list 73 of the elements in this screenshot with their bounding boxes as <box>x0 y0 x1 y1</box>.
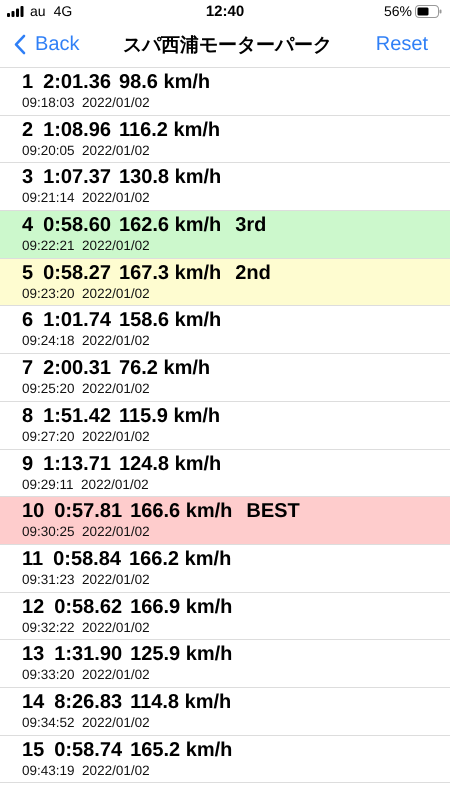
lap-number: 3 <box>22 165 34 190</box>
lap-speed: 125.9 km/h <box>130 642 232 666</box>
chevron-left-icon <box>13 34 26 55</box>
lap-time: 2:01.36 <box>43 70 111 94</box>
rank-label: 2nd <box>235 260 271 285</box>
carrier-name: au <box>30 3 46 19</box>
lap-time: 0:57.81 <box>54 499 122 524</box>
lap-timestamp: 09:20:05 2022/01/02 <box>22 142 151 159</box>
lap-timestamp: 09:24:18 2022/01/02 <box>22 332 151 350</box>
lap-timestamp: 09:18:03 2022/01/02 <box>22 94 151 111</box>
network-type: 4G <box>54 3 72 19</box>
lap-speed: 166.6 km/h <box>130 499 232 524</box>
lap-number: 1 <box>22 70 34 94</box>
lap-number: 15 <box>22 738 44 762</box>
lap-time: 0:58.27 <box>43 260 111 285</box>
lap-timestamp: 09:21:14 2022/01/02 <box>22 189 151 206</box>
lap-number: 12 <box>22 594 44 619</box>
lap-speed: 166.9 km/h <box>130 594 232 619</box>
lap-speed: 167.3 km/h <box>118 260 222 285</box>
lap-number: 13 <box>22 642 44 666</box>
lap-number: 14 <box>22 690 44 714</box>
lap-number: 10 <box>22 499 44 524</box>
lap-number: 9 <box>22 452 34 476</box>
lap-timestamp: 09:30:25 2022/01/02 <box>22 523 151 540</box>
battery-percent: 56% <box>384 3 412 19</box>
lap-number: 4 <box>22 213 34 238</box>
battery-icon <box>415 4 442 18</box>
reset-button[interactable]: Reset <box>376 33 428 56</box>
lap-speed: 116.2 km/h <box>118 118 220 142</box>
lap-speed: 165.2 km/h <box>130 738 232 762</box>
lap-timestamp: 09:22:21 2022/01/02 <box>22 237 151 254</box>
lap-time: 2:00.31 <box>43 356 111 380</box>
rank-label: 3rd <box>235 213 266 238</box>
lap-time: 8:26.83 <box>54 690 122 714</box>
lap-time: 1:51.42 <box>43 404 111 428</box>
lap-time: 1:31.90 <box>54 642 122 666</box>
signal-icon <box>7 6 24 16</box>
lap-number: 8 <box>22 404 34 428</box>
lap-speed: 166.2 km/h <box>129 546 232 571</box>
lap-speed: 124.8 km/h <box>118 452 222 476</box>
lap-number: 2 <box>22 118 34 142</box>
lap-speed: 158.6 km/h <box>118 308 222 332</box>
lap-time: 1:01.74 <box>43 308 111 332</box>
lap-number: 5 <box>22 260 34 285</box>
lap-timestamp: 09:43:19 2022/01/02 <box>22 762 151 779</box>
lap-time: 0:58.84 <box>53 546 121 571</box>
lap-time: 1:07.37 <box>43 165 111 190</box>
lap-speed: 115.9 km/h <box>118 404 220 428</box>
lap-timestamp: 09:31:23 2022/01/02 <box>22 570 151 588</box>
lap-speed: 76.2 km/h <box>118 356 210 380</box>
lap-number: 6 <box>22 308 34 332</box>
lap-time: 0:58.74 <box>54 738 122 762</box>
lap-timestamp: 09:33:20 2022/01/02 <box>22 666 151 684</box>
lap-timestamp: 09:29:11 2022/01/02 <box>22 476 150 492</box>
back-button[interactable]: Back <box>13 33 80 56</box>
lap-number: 7 <box>22 356 34 380</box>
lap-time: 1:08.96 <box>43 118 111 142</box>
lap-time: 1:13.71 <box>43 452 111 476</box>
lap-timestamp: 09:34:52 2022/01/02 <box>22 714 151 731</box>
lap-timestamp: 09:27:20 2022/01/02 <box>22 428 151 445</box>
status-time: 12:40 <box>204 2 246 20</box>
screen-title: スパ西浦モーターパーク <box>123 32 332 58</box>
lap-speed: 98.6 km/h <box>118 70 210 94</box>
rank-label: BEST <box>246 499 300 524</box>
lap-time: 0:58.62 <box>54 594 122 619</box>
lap-speed: 114.8 km/h <box>130 690 232 714</box>
lap-timestamp: 09:25:20 2022/01/02 <box>22 380 151 398</box>
lap-speed: 162.6 km/h <box>118 213 222 238</box>
lap-timestamp: 09:32:22 2022/01/02 <box>22 618 151 636</box>
lap-time: 0:58.60 <box>43 213 111 238</box>
lap-number: 11 <box>22 546 44 571</box>
lap-timestamp: 09:23:20 2022/01/02 <box>22 284 151 302</box>
lap-speed: 130.8 km/h <box>118 165 222 190</box>
